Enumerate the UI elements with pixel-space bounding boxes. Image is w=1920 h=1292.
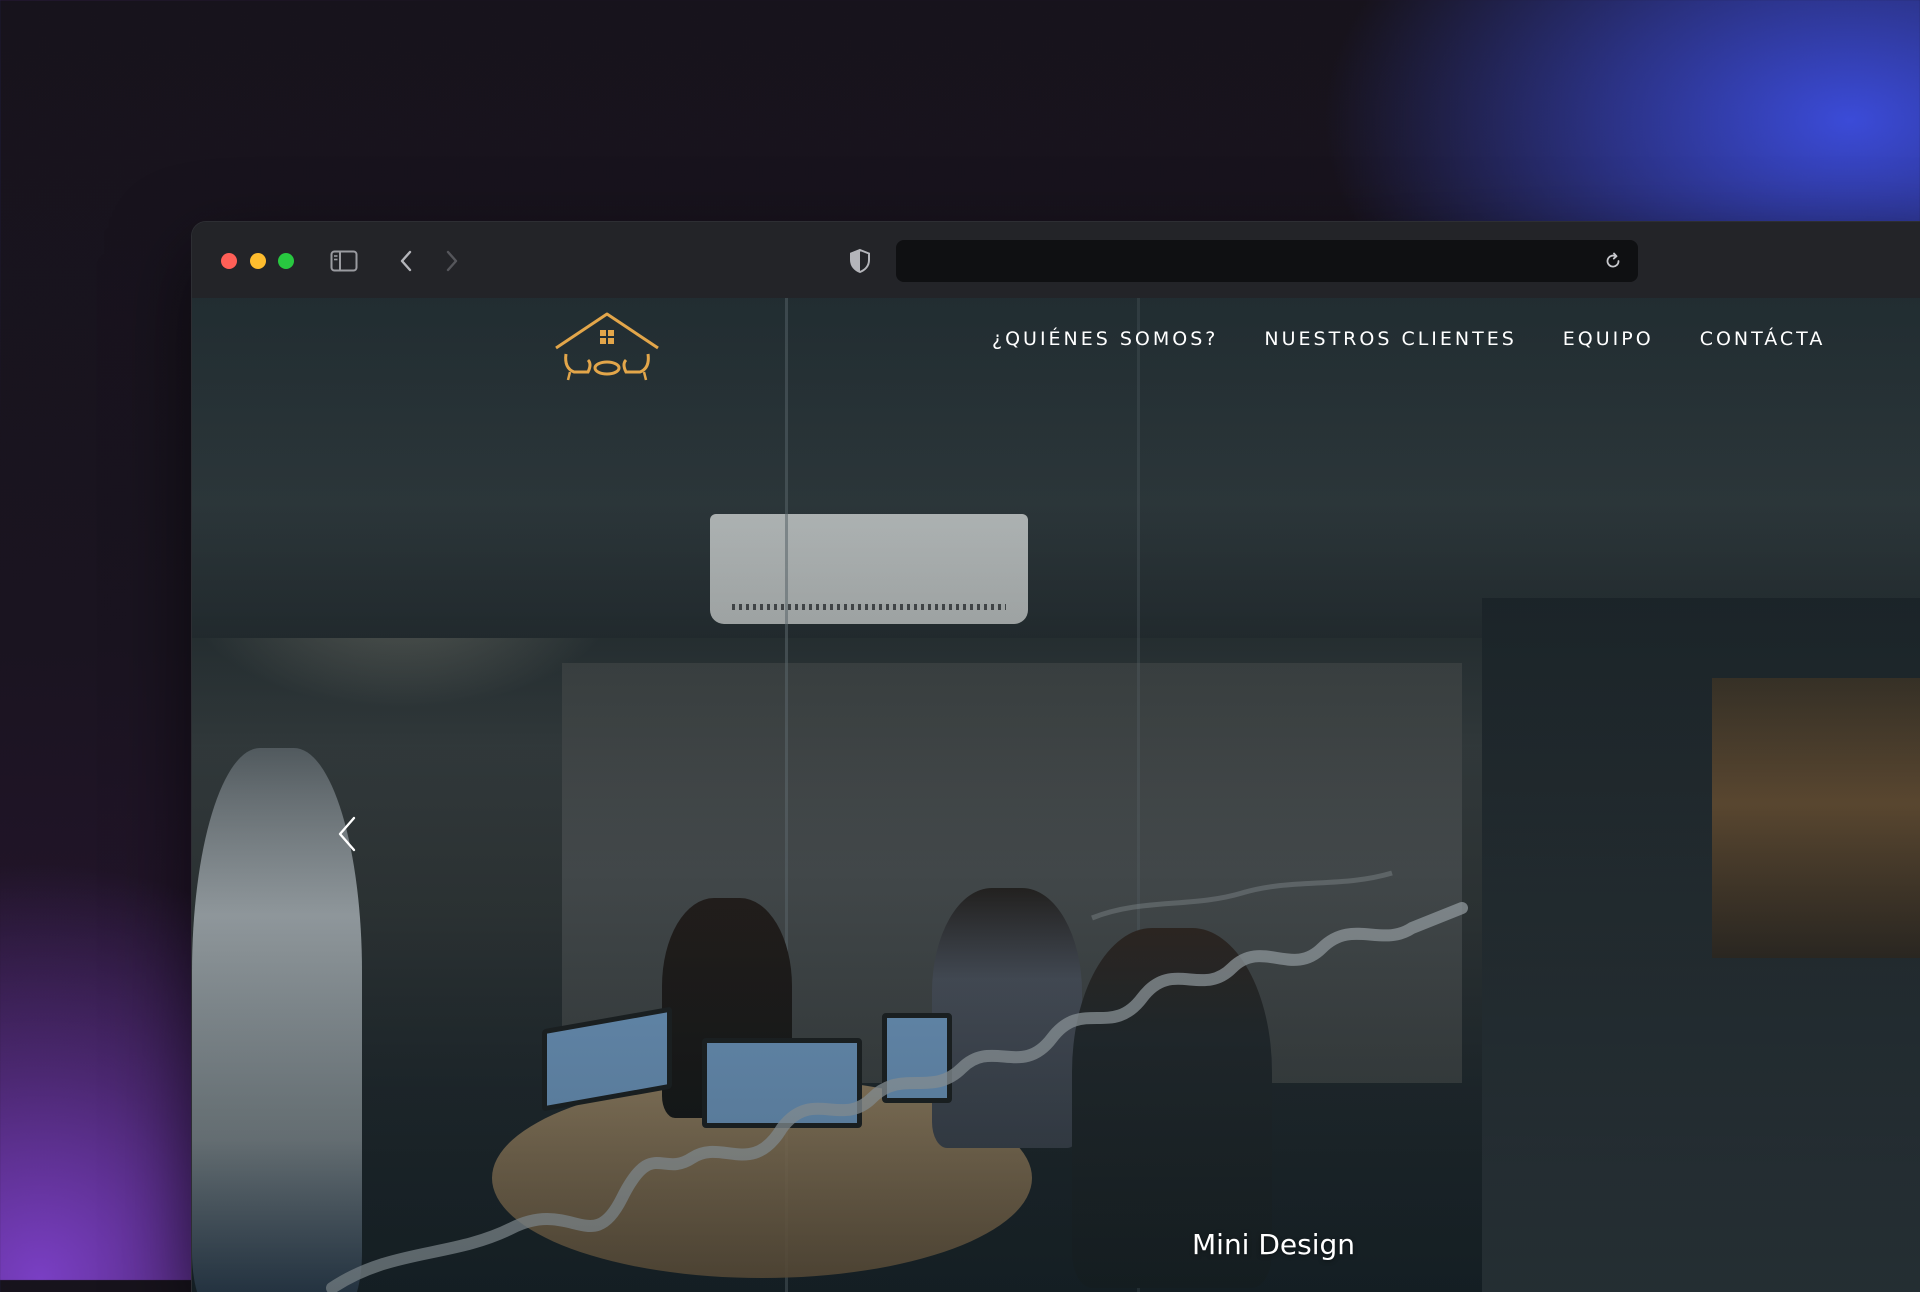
nav-contacta[interactable]: CONTÁCTA [1700, 328, 1826, 350]
browser-toolbar [192, 222, 1920, 299]
nav-equipo[interactable]: EQUIPO [1563, 328, 1654, 350]
address-bar[interactable] [896, 240, 1638, 282]
close-button[interactable] [221, 253, 237, 269]
minimize-button[interactable] [250, 253, 266, 269]
house-with-chairs-logo[interactable] [552, 310, 662, 386]
sidebar-icon[interactable] [327, 244, 361, 278]
nav-nuestros-clientes[interactable]: NUESTROS CLIENTES [1264, 328, 1516, 350]
browser-window: ¿QUIÉNES SOMOS? NUESTROS CLIENTES EQUIPO… [192, 222, 1920, 1292]
chevron-left-icon[interactable] [389, 244, 423, 278]
nav-quienes-somos[interactable]: ¿QUIÉNES SOMOS? [992, 328, 1218, 350]
slider-prev-button[interactable] [330, 808, 364, 860]
slide-caption: Mini Design [1192, 1228, 1356, 1261]
zoom-button[interactable] [278, 253, 294, 269]
shield-icon[interactable] [843, 244, 877, 278]
chevron-left-icon [338, 816, 356, 852]
reload-icon[interactable] [1596, 244, 1630, 278]
main-nav: ¿QUIÉNES SOMOS? NUESTROS CLIENTES EQUIPO… [992, 328, 1871, 350]
chevron-right-icon[interactable] [435, 244, 469, 278]
website-page: ¿QUIÉNES SOMOS? NUESTROS CLIENTES EQUIPO… [192, 298, 1920, 1292]
